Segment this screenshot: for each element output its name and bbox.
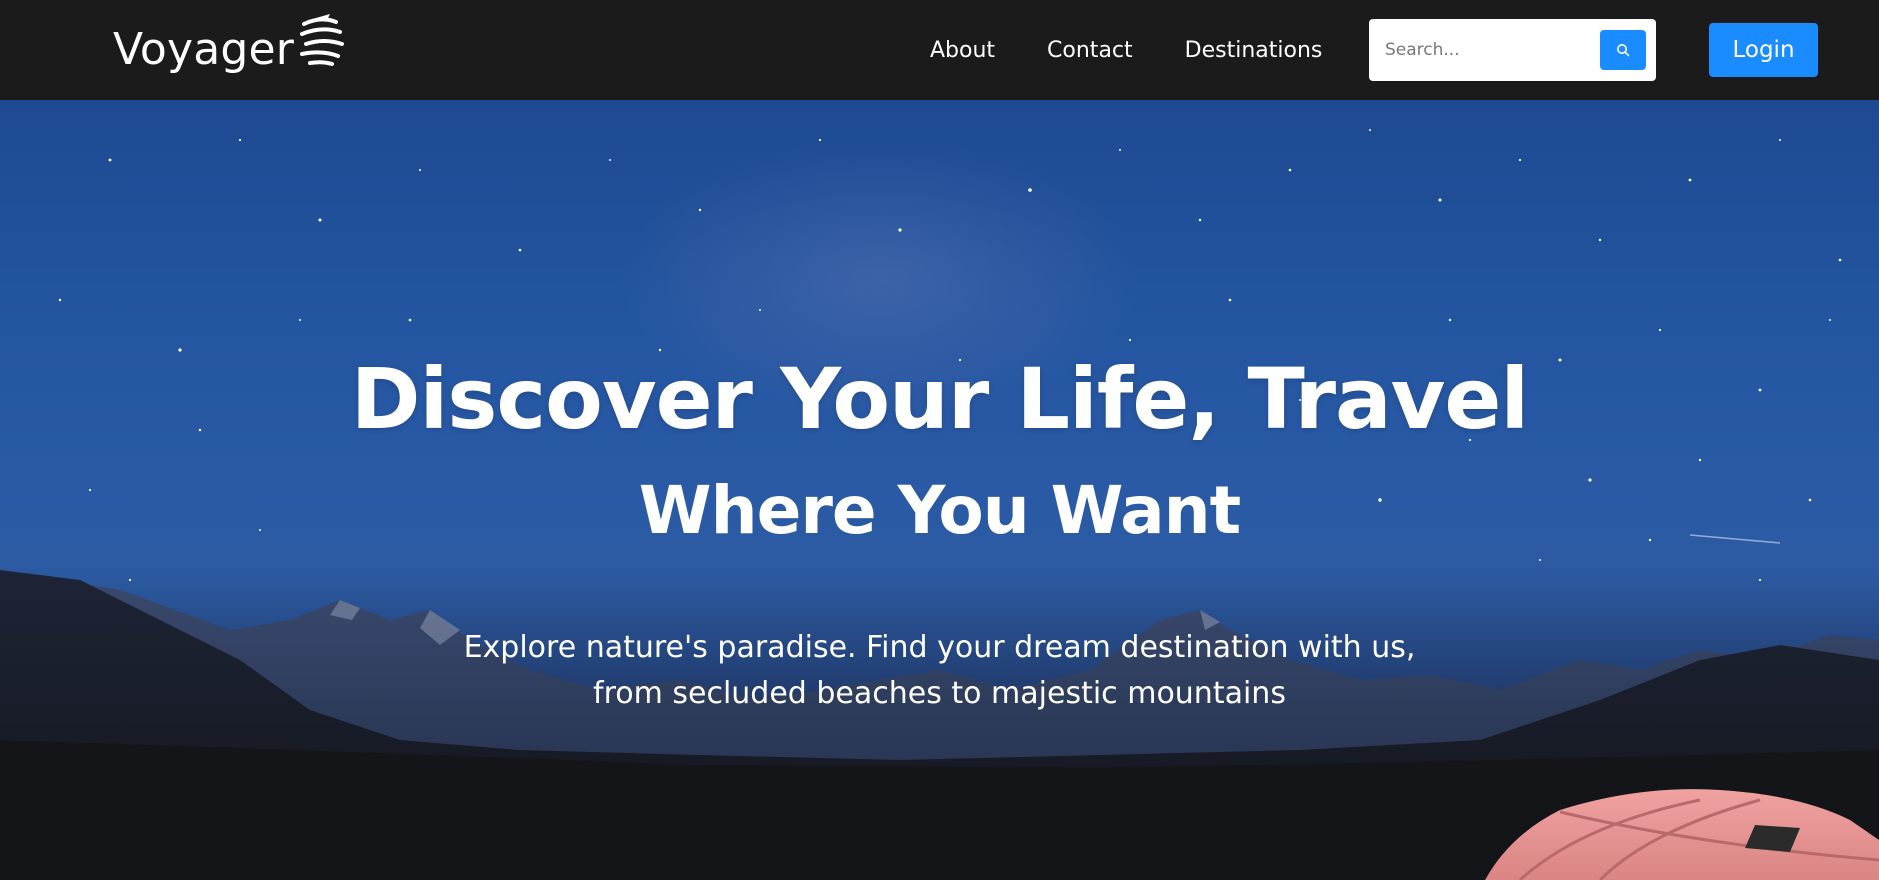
nav-link-contact[interactable]: Contact	[1047, 38, 1133, 63]
search-icon	[1617, 44, 1630, 57]
login-button[interactable]: Login	[1709, 23, 1818, 77]
search-input[interactable]	[1385, 30, 1585, 70]
hero-title-line1: Discover Your Life, Travel	[350, 350, 1529, 448]
search-box	[1369, 19, 1656, 81]
page: Voyager About Contact Destinations Searc…	[0, 0, 1879, 880]
hero-subtitle: Explore nature's paradise. Find your dre…	[0, 625, 1879, 717]
hero-subtitle-line2: from secluded beaches to majestic mounta…	[593, 676, 1286, 711]
hero-subtitle-line1: Explore nature's paradise. Find your dre…	[463, 630, 1416, 665]
nav-link-destinations[interactable]: Destinations	[1185, 38, 1323, 63]
nav-link-about[interactable]: About	[930, 38, 995, 63]
hero-title-line2: Where You Want	[638, 472, 1241, 549]
search-button[interactable]	[1600, 30, 1646, 70]
hero-section: Discover Your Life, Travel Where You Wan…	[0, 100, 1879, 880]
navbar: Voyager About Contact Destinations Searc…	[0, 0, 1879, 100]
main-nav: About Contact Destinations	[930, 0, 1322, 100]
brand-logo[interactable]: Voyager	[113, 14, 346, 84]
brand-name: Voyager	[113, 23, 295, 75]
globe-swirl-icon	[300, 14, 345, 66]
